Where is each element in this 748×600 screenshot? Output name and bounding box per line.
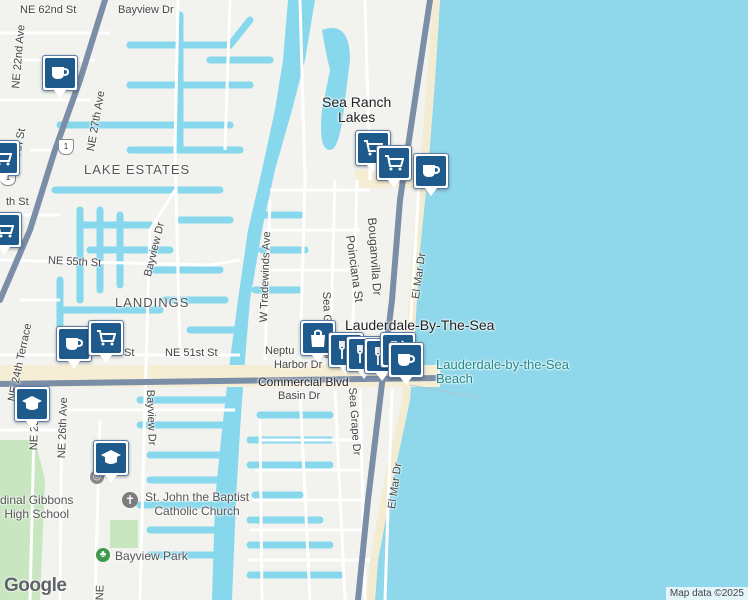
marker-cart-5[interactable] [376, 145, 412, 188]
graduation-cap-icon [96, 443, 126, 473]
coffee-cup-icon [391, 345, 421, 375]
route-shield-us1-north: 1 [58, 139, 74, 155]
place-label-lauderdale-by-the-sea: Lauderdale-By-The-Sea [345, 317, 495, 333]
marker-coffee-4[interactable] [388, 342, 424, 385]
marker-school-1[interactable] [14, 386, 50, 429]
street-label-ne-51st-st: NE 51st St [165, 347, 218, 359]
marker-coffee-3[interactable] [413, 153, 449, 196]
street-label-neptune: Neptu [265, 345, 295, 357]
street-label-commercial-blvd: Commercial Blvd [258, 375, 349, 389]
street-label-ne-bottom: NE [94, 584, 107, 600]
google-logo: Google [4, 575, 67, 596]
marker-cart-2[interactable] [0, 212, 22, 255]
street-label-ne-62nd-st: NE 62nd St [20, 4, 77, 16]
street-label-bayview-dr-top: Bayview Dr [118, 4, 174, 16]
marker-school-2[interactable] [93, 440, 129, 483]
shopping-cart-icon [379, 148, 409, 178]
place-label-cardinal-gibbons: dinal Gibbons High School [0, 493, 74, 521]
area-label-landings: LANDINGS [115, 295, 190, 310]
coffee-cup-icon [45, 58, 75, 88]
place-label-sea-ranch-lakes: Sea Ranch Lakes [322, 94, 392, 125]
shopping-cart-icon [91, 323, 121, 353]
place-label-bayview-park: Bayview Park [115, 549, 188, 563]
map-attribution[interactable]: Map data ©2025 [665, 587, 748, 600]
place-label-beach: Lauderdale-by-the-Sea Beach [436, 357, 569, 386]
marker-coffee-2[interactable] [56, 326, 92, 369]
shopping-cart-icon [0, 143, 17, 173]
street-label-st-fragment: St [124, 347, 135, 359]
coffee-cup-icon [59, 329, 89, 359]
marker-cart-3[interactable] [88, 320, 124, 363]
graduation-cap-icon [17, 389, 47, 419]
street-label-ne-26th-ave: NE 26th Ave [56, 397, 71, 459]
map-base-layer [0, 0, 748, 600]
marker-coffee-1[interactable] [42, 55, 78, 98]
area-label-lake-estates: LAKE ESTATES [84, 162, 191, 177]
place-label-st-john: St. John the Baptist Catholic Church [145, 490, 250, 518]
shopping-cart-icon [0, 215, 19, 245]
marker-cart-1[interactable] [0, 140, 20, 183]
street-label-th-st: th St [6, 196, 29, 208]
church-poi-icon: ✝ [122, 492, 138, 508]
park-poi-icon: ♣ [96, 548, 110, 562]
coffee-cup-icon [416, 156, 446, 186]
street-label-bayview-dr-bot: Bayview Dr [144, 389, 158, 446]
map-canvas[interactable]: LAKE ESTATES LANDINGS Sea Ranch Lakes La… [0, 0, 748, 600]
street-label-basin-dr: Basin Dr [278, 390, 321, 402]
